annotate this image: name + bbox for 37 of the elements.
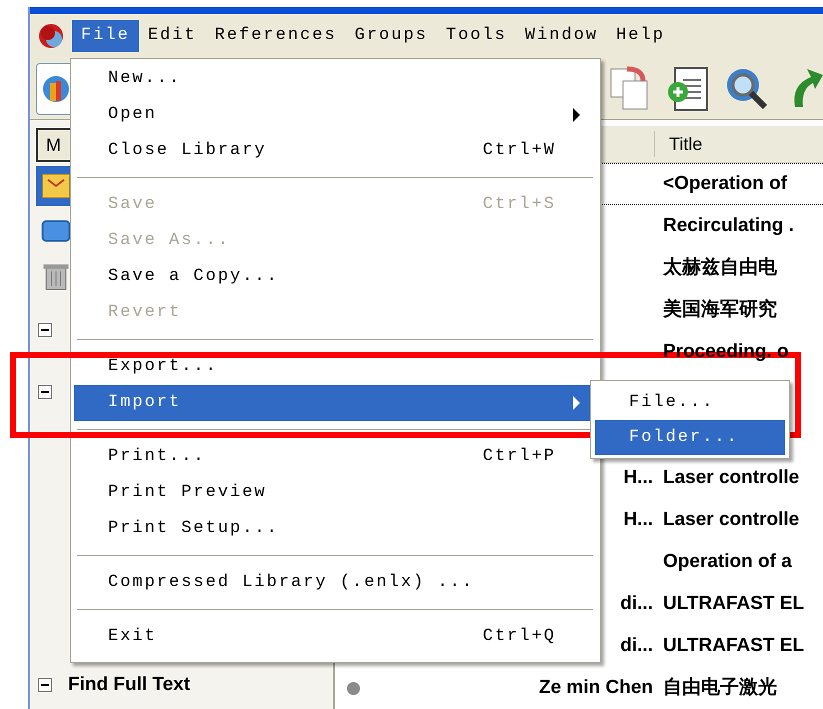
author-cell-text: di... bbox=[620, 634, 653, 658]
author-cell-text: H... bbox=[623, 508, 653, 532]
title-cell-text: <Operation of bbox=[663, 172, 788, 196]
menu-item[interactable]: File bbox=[72, 20, 139, 52]
column-header[interactable]: Title bbox=[669, 130, 702, 158]
menu-item[interactable]: Window bbox=[516, 20, 608, 52]
menu-item[interactable]: Edit bbox=[138, 20, 206, 52]
menu-item[interactable]: Print Setup... bbox=[74, 511, 596, 547]
title-cell-text: 太赫兹自由电 bbox=[663, 256, 777, 280]
menu-item[interactable]: References bbox=[206, 20, 346, 52]
menu-item[interactable]: File... bbox=[595, 385, 785, 420]
menu-item[interactable]: Help bbox=[607, 20, 674, 52]
title-cell-text: ULTRAFAST EL bbox=[663, 592, 804, 616]
menu-item[interactable]: Tools bbox=[436, 20, 516, 52]
collapse-toggle-icon[interactable] bbox=[38, 678, 52, 692]
group-heading[interactable]: Find Full Text bbox=[68, 670, 190, 700]
menu-item[interactable]: Folder... bbox=[595, 420, 785, 455]
title-cell-text: 自由电子激光 bbox=[663, 676, 777, 700]
menu-item[interactable]: Export... bbox=[74, 349, 596, 385]
title-cell-text: Laser controlle bbox=[663, 508, 800, 532]
title-cell-text: ULTRAFAST EL bbox=[663, 634, 804, 658]
title-cell-text: Recirculating . bbox=[663, 214, 794, 238]
menu-item[interactable]: Compressed Library (.enlx) ... bbox=[74, 565, 596, 601]
collapse-toggle-icon[interactable] bbox=[38, 385, 52, 399]
menu-item[interactable]: Print Preview bbox=[74, 475, 596, 511]
menu-item[interactable]: Save a Copy... bbox=[74, 259, 596, 295]
author-cell-text: Ze min Chen bbox=[538, 676, 653, 700]
app-logo-icon bbox=[37, 22, 65, 50]
menu-item[interactable]: Groups bbox=[346, 20, 437, 52]
menu-item[interactable]: Exit Ctrl+Q bbox=[74, 619, 596, 655]
title-cell-text: Operation of a bbox=[663, 550, 792, 574]
menu-item[interactable]: New... bbox=[74, 61, 596, 97]
author-cell-text: H... bbox=[623, 466, 653, 490]
title-cell-text: Laser controlle bbox=[663, 466, 800, 490]
collapse-toggle-icon[interactable] bbox=[38, 323, 52, 337]
title-cell-text: 美国海军研究 bbox=[663, 297, 777, 322]
author-cell-text: di... bbox=[620, 592, 653, 616]
